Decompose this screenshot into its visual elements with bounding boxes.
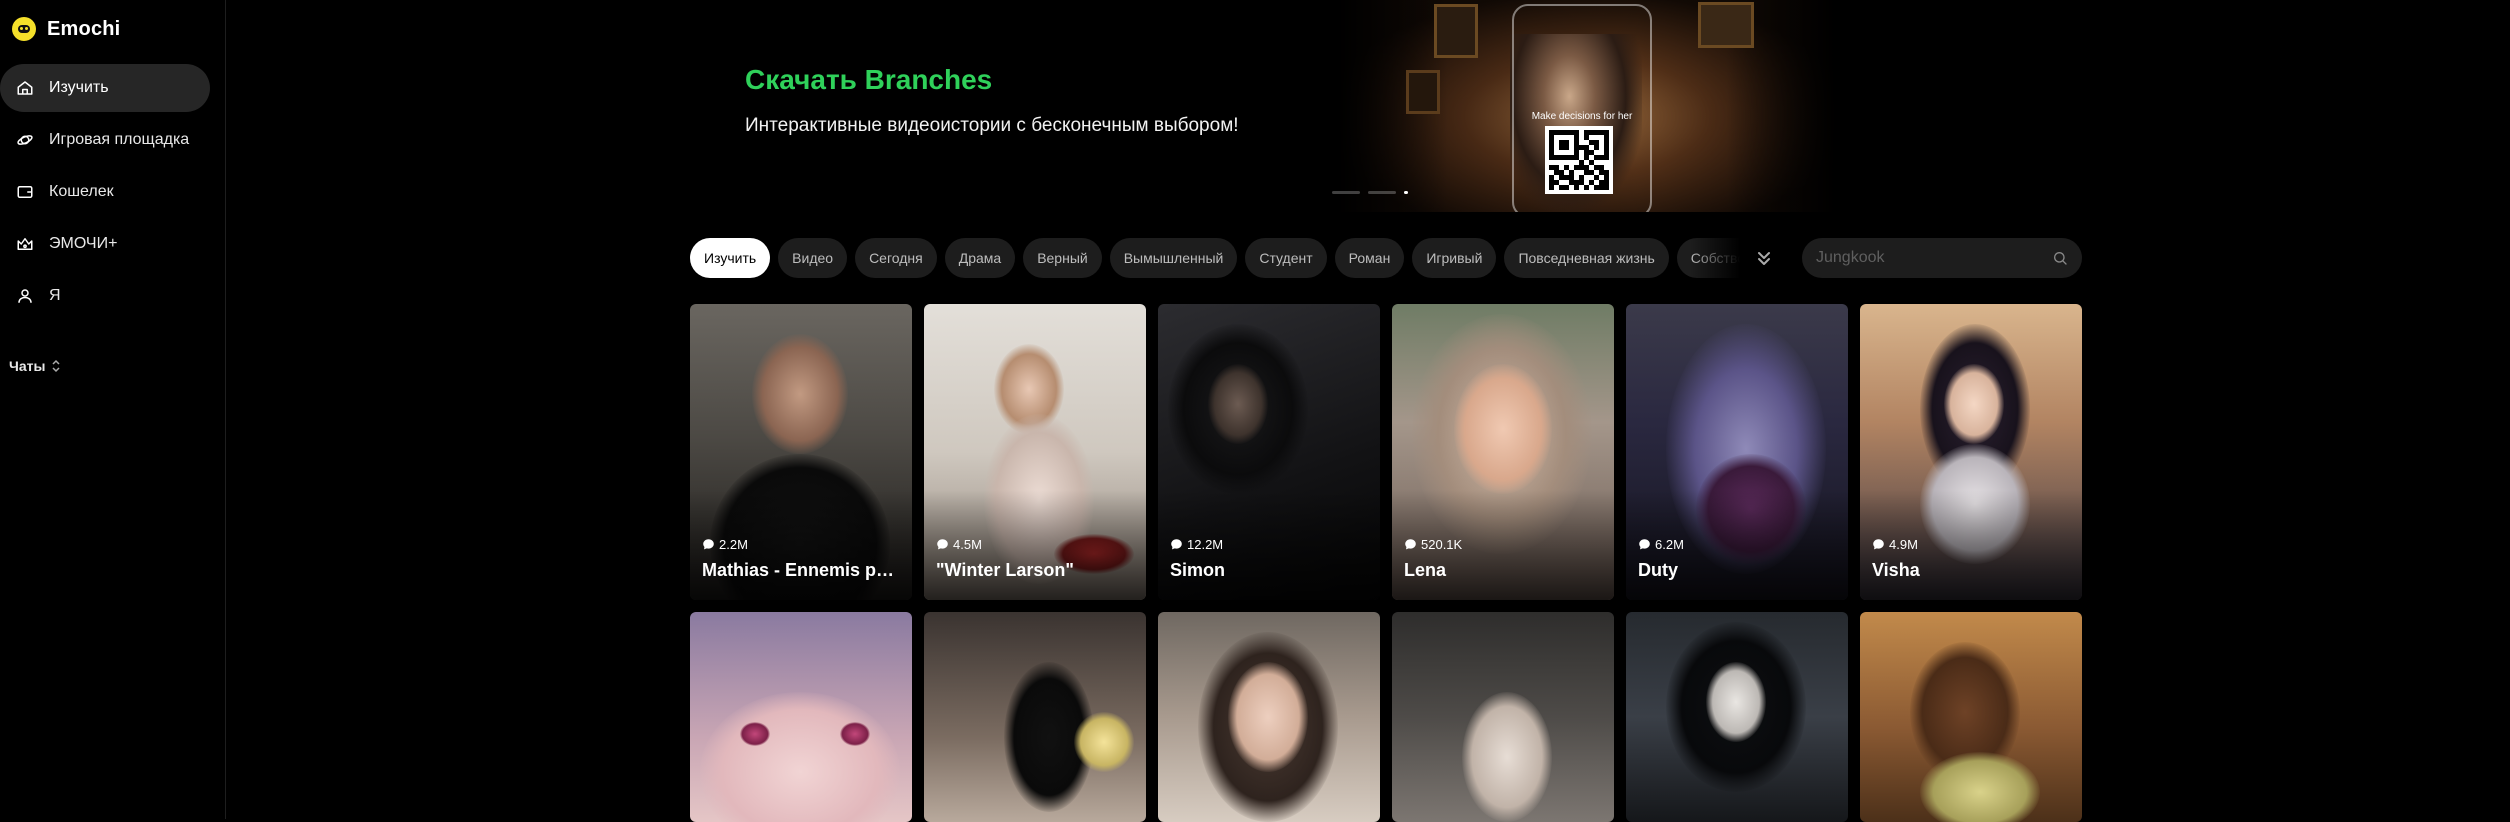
character-portrait — [752, 334, 848, 454]
category-tab[interactable]: Роман — [1334, 238, 1405, 278]
character-name: Duty — [1638, 560, 1678, 580]
character-portrait — [1228, 662, 1308, 772]
character-portrait — [1944, 364, 2004, 444]
category-tab[interactable]: Игривый — [1412, 238, 1497, 278]
sidebar-item-playground[interactable]: Игровая площадка — [0, 116, 210, 164]
character-card[interactable] — [1626, 612, 1848, 822]
character-card[interactable] — [1392, 612, 1614, 822]
category-tab[interactable]: Студент — [1245, 238, 1327, 278]
banner-subtitle: Интерактивные видеоистории с бесконечным… — [745, 115, 1239, 136]
home-icon — [17, 81, 33, 95]
character-card[interactable]: 520.1K Lena — [1392, 304, 1614, 600]
chat-count: 2.2M — [702, 537, 748, 552]
character-name: "Winter Larson" — [936, 560, 1074, 580]
category-tab[interactable]: Изучить — [690, 238, 771, 278]
chat-bubble-icon — [937, 539, 948, 550]
character-name: Mathias - Ennemis po... — [702, 560, 902, 580]
sidebar: Emochi Изучить Игровая площадка Кошелек … — [0, 0, 226, 819]
emochi-logo-icon — [12, 17, 36, 41]
character-card[interactable] — [924, 612, 1146, 822]
character-eye — [840, 722, 870, 746]
lamp — [1074, 712, 1134, 772]
search-box — [1802, 238, 2082, 278]
category-tab[interactable]: Видео — [778, 238, 848, 278]
chat-bubble-icon — [703, 539, 714, 550]
character-name: Simon — [1170, 560, 1226, 580]
banner-title[interactable]: Скачать Branches — [745, 64, 992, 96]
category-tab[interactable]: Вымышленный — [1109, 238, 1238, 278]
chat-bubble-icon — [1639, 539, 1650, 550]
chat-bubble-icon — [1171, 539, 1182, 550]
character-portrait — [700, 692, 900, 822]
character-card[interactable] — [1860, 612, 2082, 822]
character-portrait — [1454, 364, 1552, 494]
user-icon — [18, 289, 32, 303]
character-eye — [740, 722, 770, 746]
character-figure — [1920, 752, 2040, 822]
chat-count: 4.5M — [936, 537, 982, 552]
sidebar-item-explore[interactable]: Изучить — [0, 64, 210, 112]
character-name: Lena — [1404, 560, 1447, 580]
tabs-fade — [1690, 238, 1740, 278]
category-tab[interactable]: Драма — [944, 238, 1016, 278]
sidebar-item-label: ЭМОЧИ+ — [49, 235, 118, 252]
character-card[interactable]: 6.2M Duty — [1626, 304, 1848, 600]
sort-updown-icon — [52, 359, 60, 373]
character-name: Visha — [1872, 560, 1920, 580]
character-card[interactable]: 2.2M Mathias - Ennemis po... — [690, 304, 912, 600]
search-input[interactable] — [1816, 249, 2052, 267]
category-tab[interactable]: Верный — [1023, 238, 1102, 278]
chat-count: 12.2M — [1170, 537, 1223, 552]
chevron-double-down-icon[interactable] — [1752, 246, 1776, 270]
character-grid: 2.2M Mathias - Ennemis po... 4.5M "Winte… — [690, 304, 2082, 822]
brand[interactable]: Emochi — [12, 17, 120, 41]
carousel-dot-active[interactable] — [1404, 191, 1408, 194]
chat-count: 6.2M — [1638, 537, 1684, 552]
sidebar-item-emochi-plus[interactable]: ЭМОЧИ+ — [0, 220, 210, 268]
painting-decoration — [1406, 70, 1440, 114]
character-hand — [1208, 364, 1268, 444]
category-tab[interactable]: Повседневная жизнь — [1504, 238, 1669, 278]
category-tab[interactable]: Сегодня — [855, 238, 937, 278]
sidebar-item-label: Я — [49, 287, 61, 304]
character-card[interactable] — [1158, 612, 1380, 822]
sidebar-item-label: Игровая площадка — [49, 131, 190, 148]
category-tabs: Изучить Видео Сегодня Драма Верный Вымышленны… — [690, 238, 1740, 278]
character-figure — [1462, 692, 1552, 822]
character-portrait — [1706, 662, 1766, 742]
wallet-icon — [17, 186, 33, 198]
carousel-dot[interactable] — [1368, 191, 1396, 194]
search-icon[interactable] — [2052, 250, 2068, 266]
chats-sort-toggle[interactable]: Чаты — [9, 358, 61, 374]
carousel-indicators — [1332, 191, 1408, 194]
sidebar-item-wallet[interactable]: Кошелек — [0, 168, 210, 216]
character-card[interactable]: 4.9M Visha — [1860, 304, 2082, 600]
carousel-dot[interactable] — [1332, 191, 1360, 194]
brand-name: Emochi — [47, 17, 121, 40]
sidebar-item-label: Кошелек — [49, 183, 114, 200]
character-card[interactable] — [690, 612, 912, 822]
sidebar-item-label: Изучить — [49, 79, 109, 96]
chat-bubble-icon — [1873, 539, 1884, 550]
crown-icon — [17, 238, 33, 250]
banner-image[interactable]: Make decisions for her — [1338, 0, 1836, 212]
character-card[interactable]: 12.2M Simon — [1158, 304, 1380, 600]
painting-decoration — [1698, 2, 1754, 48]
chats-label: Чаты — [9, 358, 46, 374]
qr-code-icon — [1545, 126, 1613, 194]
chat-count: 4.9M — [1872, 537, 1918, 552]
sidebar-nav: Изучить Игровая площадка Кошелек ЭМОЧИ+ … — [0, 64, 210, 324]
chat-bubble-icon — [1405, 539, 1416, 550]
character-card[interactable]: 4.5M "Winter Larson" — [924, 304, 1146, 600]
painting-decoration — [1434, 4, 1478, 58]
planet-icon — [17, 135, 33, 145]
sidebar-item-profile[interactable]: Я — [0, 272, 210, 320]
banner-image-caption: Make decisions for her — [1531, 111, 1633, 122]
chat-count: 520.1K — [1404, 537, 1462, 552]
